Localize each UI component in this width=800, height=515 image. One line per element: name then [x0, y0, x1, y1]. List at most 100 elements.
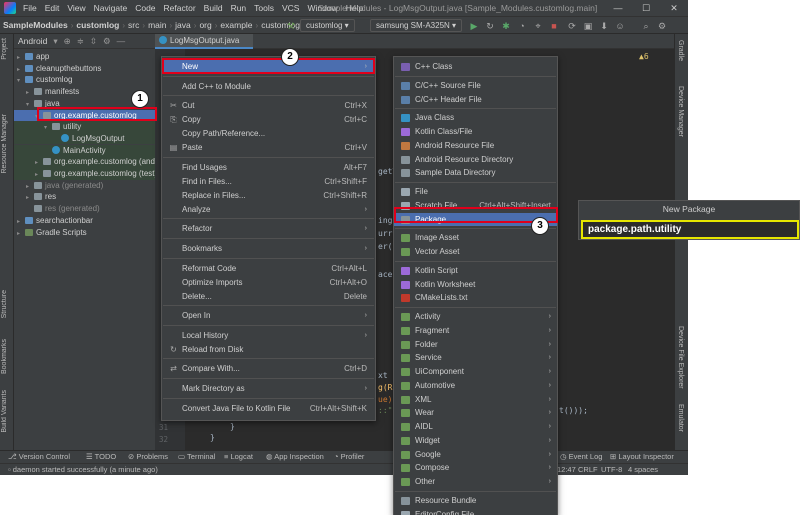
settings-icon[interactable]: ⚙ [103, 36, 111, 47]
tab-layout-inspector[interactable]: ⊞ Layout Inspector [610, 451, 674, 463]
menu-file[interactable]: File [19, 0, 41, 16]
new-item-kotlin-class-file[interactable]: Kotlin Class/File [394, 125, 557, 139]
new-item-kotlin-worksheet[interactable]: Kotlin Worksheet [394, 278, 557, 292]
sync-icon[interactable]: ⟳ [566, 20, 578, 32]
new-item-compose[interactable]: Compose › [394, 461, 557, 475]
tree-item[interactable]: ▸ searchactionbar [14, 215, 155, 227]
tree-item[interactable]: LogMsgOutput [14, 132, 155, 145]
locate-icon[interactable]: ⊕ [64, 36, 71, 47]
menu-item-mark-directory-as[interactable]: Mark Directory as › [162, 382, 375, 396]
settings-icon[interactable]: ⚙ [656, 20, 668, 32]
breadcrumb-item[interactable]: org [196, 20, 214, 30]
tab-build-variants[interactable]: Build Variants [1, 390, 8, 433]
menu-item-add-c-to-module[interactable]: Add C++ to Module [162, 80, 375, 94]
new-item-kotlin-script[interactable]: Kotlin Script [394, 264, 557, 278]
file-encoding[interactable]: UTF-8 [601, 464, 622, 475]
new-item-editorconfig-file[interactable]: EditorConfig File [394, 508, 557, 515]
editor-tab-logmsgoutput[interactable]: LogMsgOutput.java [155, 34, 253, 49]
menu-item-find-usages[interactable]: Find Usages Alt+F7 [162, 161, 375, 175]
new-item-wear[interactable]: Wear › [394, 406, 557, 420]
account-icon[interactable]: ☺ [614, 20, 626, 32]
menu-item-paste[interactable]: ▤ Paste Ctrl+V [162, 141, 375, 155]
indent-setting[interactable]: 4 spaces [628, 464, 658, 475]
debug-icon[interactable]: ✱ [500, 20, 512, 32]
close-window-button[interactable]: ✕ [660, 0, 688, 16]
breadcrumb-item[interactable]: SampleModules [0, 20, 71, 30]
tab-resource-manager[interactable]: Resource Manager [1, 114, 8, 174]
run-icon[interactable]: ▶ [468, 20, 480, 32]
menu-vcs[interactable]: VCS [278, 0, 303, 16]
new-item-android-resource-file[interactable]: Android Resource File [394, 139, 557, 153]
new-item-other[interactable]: Other › [394, 475, 557, 489]
tab-structure[interactable]: Structure [1, 290, 8, 318]
new-item-cmakelists-txt[interactable]: CMakeLists.txt [394, 291, 557, 305]
caret-position[interactable]: 12:47 [557, 464, 576, 475]
new-item-uicomponent[interactable]: UiComponent › [394, 365, 557, 379]
tree-item[interactable]: ▾ customlog [14, 74, 155, 86]
tree-item[interactable]: ▸ java (generated) [14, 180, 155, 192]
tree-item[interactable]: res (generated) [14, 203, 155, 215]
new-item-google[interactable]: Google › [394, 448, 557, 462]
new-item-xml[interactable]: XML › [394, 393, 557, 407]
menu-item-bookmarks[interactable]: Bookmarks › [162, 242, 375, 256]
new-item-automotive[interactable]: Automotive › [394, 379, 557, 393]
project-view-select[interactable]: Android [18, 36, 47, 46]
apply-changes-icon[interactable]: ↻ [484, 20, 496, 32]
tab-emulator[interactable]: Emulator [677, 404, 684, 432]
new-item-c-c-header-file[interactable]: C/C++ Header File [394, 93, 557, 107]
stop-icon[interactable]: ■ [548, 20, 560, 32]
new-item-resource-bundle[interactable]: Resource Bundle [394, 494, 557, 508]
breadcrumb-item[interactable]: example [217, 20, 255, 30]
tab-logcat[interactable]: ≡ Logcat [224, 451, 253, 463]
menu-item-reload-from-disk[interactable]: ↻ Reload from Disk [162, 343, 375, 357]
breadcrumb-item[interactable]: src [125, 20, 142, 30]
menu-item-convert-java-file-to-kotlin-file[interactable]: Convert Java File to Kotlin File Ctrl+Alt… [162, 402, 375, 416]
attach-debugger-icon[interactable]: ⌖ [532, 20, 544, 32]
tree-item[interactable]: ▾ utility [14, 121, 155, 133]
menu-code[interactable]: Code [131, 0, 159, 16]
breadcrumb-item[interactable]: main [145, 20, 169, 30]
new-item-c-c-source-file[interactable]: C/C++ Source File [394, 79, 557, 93]
new-item-aidl[interactable]: AIDL › [394, 420, 557, 434]
search-icon[interactable]: ⌕ [640, 20, 652, 32]
tab-device-manager[interactable]: Device Manager [677, 86, 684, 137]
tree-item[interactable]: ▸ cleanupthebuttons [14, 63, 155, 75]
tree-item[interactable]: ▸ org.example.customlog (andro [14, 156, 162, 168]
menu-item-analyze[interactable]: Analyze › [162, 203, 375, 217]
tab-version-control[interactable]: ⎇ Version Control [8, 451, 70, 463]
menu-item-cut[interactable]: ✂ Cut Ctrl+X [162, 99, 375, 113]
new-item-file[interactable]: File [394, 185, 557, 199]
menu-view[interactable]: View [63, 0, 89, 16]
new-item-folder[interactable]: Folder › [394, 338, 557, 352]
menu-build[interactable]: Build [200, 0, 227, 16]
profile-icon[interactable]: ◔ [516, 20, 528, 32]
new-item-java-class[interactable]: Java Class [394, 111, 557, 125]
tab-project[interactable]: Project [1, 38, 8, 60]
new-item-sample-data-directory[interactable]: Sample Data Directory [394, 166, 557, 180]
menu-item-delete[interactable]: Delete... Delete [162, 290, 375, 304]
new-item-android-resource-directory[interactable]: Android Resource Directory [394, 153, 557, 167]
breadcrumb-item[interactable]: customlog [73, 20, 122, 30]
tab-app-inspection[interactable]: ◍ App Inspection [266, 451, 324, 463]
maximize-button[interactable]: ☐ [632, 0, 660, 16]
tree-item[interactable]: ▸ res [14, 191, 155, 203]
device-select[interactable]: samsung SM-A325N ▾ [370, 19, 463, 32]
menu-item-local-history[interactable]: Local History › [162, 329, 375, 343]
menu-item-compare-with[interactable]: ⇄ Compare With... Ctrl+D [162, 362, 375, 376]
menu-item-copy[interactable]: ⎘ Copy Ctrl+C [162, 113, 375, 127]
tree-item[interactable]: MainActivity [14, 144, 155, 157]
menu-item-optimize-imports[interactable]: Optimize Imports Ctrl+Alt+O [162, 276, 375, 290]
menu-tools[interactable]: Tools [250, 0, 278, 16]
menu-edit[interactable]: Edit [41, 0, 64, 16]
collapse-all-icon[interactable]: ≑ [77, 36, 84, 47]
menu-item-reformat-code[interactable]: Reformat Code Ctrl+Alt+L [162, 262, 375, 276]
menu-item-copy-path-reference[interactable]: Copy Path/Reference... [162, 127, 375, 141]
menu-navigate[interactable]: Navigate [90, 0, 132, 16]
menu-item-replace-in-files[interactable]: Replace in Files... Ctrl+Shift+R [162, 189, 375, 203]
new-item-image-asset[interactable]: Image Asset [394, 231, 557, 245]
hammer-icon[interactable]: ⚒ [285, 20, 297, 32]
collapsed-chevron-icon[interactable]: ▸ [17, 229, 25, 241]
expand-all-icon[interactable]: ⇳ [90, 36, 97, 47]
tab-device-file-explorer[interactable]: Device File Explorer [677, 326, 684, 389]
run-configuration-select[interactable]: customlog ▾ [300, 19, 355, 32]
